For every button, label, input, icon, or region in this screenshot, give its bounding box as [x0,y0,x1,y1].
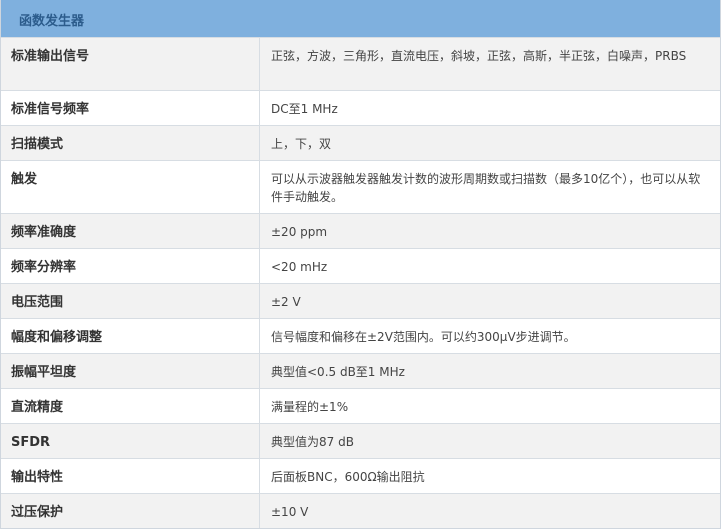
spec-label: 标准信号频率 [1,91,260,125]
table-row: 标准信号频率 DC至1 MHz [1,90,720,125]
spec-table: 函数发生器 标准输出信号 正弦，方波，三角形，直流电压，斜坡，正弦，高斯，半正弦… [0,0,721,529]
spec-label: SFDR [1,424,260,458]
spec-label: 过压保护 [1,494,260,528]
table-row: 频率分辨率 <20 mHz [1,248,720,283]
spec-label: 幅度和偏移调整 [1,319,260,353]
spec-value: ±10 V [271,505,309,519]
spec-value: 典型值为87 dB [271,435,354,449]
spec-value: <20 mHz [271,260,328,274]
spec-label: 直流精度 [1,389,260,423]
table-header: 函数发生器 [1,0,720,37]
spec-value: 上，下，双 [271,137,332,151]
spec-label: 扫描模式 [1,126,260,160]
spec-label: 电压范围 [1,284,260,318]
table-row: 幅度和偏移调整 信号幅度和偏移在±2V范围内。可以约300μV步进调节。 [1,318,720,353]
table-row: 过压保护 ±10 V [1,493,720,528]
table-row: 电压范围 ±2 V [1,283,720,318]
spec-label: 标准输出信号 [1,38,260,90]
table-row: 触发 可以从示波器触发器触发计数的波形周期数或扫描数（最多10亿个），也可以从软… [1,160,720,213]
spec-label: 输出特性 [1,459,260,493]
spec-value: 可以从示波器触发器触发计数的波形周期数或扫描数（最多10亿个），也可以从软件手动… [271,172,701,204]
table-row: SFDR 典型值为87 dB [1,423,720,458]
spec-label: 振幅平坦度 [1,354,260,388]
spec-value: 满量程的±1% [271,400,349,414]
spec-label: 频率分辨率 [1,249,260,283]
spec-value: ±2 V [271,295,301,309]
spec-value: 信号幅度和偏移在±2V范围内。可以约300μV步进调节。 [271,330,576,344]
spec-value: 后面板BNC，600Ω输出阻抗 [271,470,425,484]
table-row: 输出特性 后面板BNC，600Ω输出阻抗 [1,458,720,493]
spec-value: 典型值<0.5 dB至1 MHz [271,365,405,379]
table-title: 函数发生器 [19,13,85,29]
table-row: 振幅平坦度 典型值<0.5 dB至1 MHz [1,353,720,388]
spec-label: 频率准确度 [1,214,260,248]
spec-value: 正弦，方波，三角形，直流电压，斜坡，正弦，高斯，半正弦，白噪声，PRBS [271,49,687,63]
table-row: 标准输出信号 正弦，方波，三角形，直流电压，斜坡，正弦，高斯，半正弦，白噪声，P… [1,37,720,90]
spec-value: DC至1 MHz [271,102,338,116]
spec-label: 触发 [1,161,260,213]
table-row: 扫描模式 上，下，双 [1,125,720,160]
spec-value: ±20 ppm [271,225,328,239]
table-row: 直流精度 满量程的±1% [1,388,720,423]
table-row: 频率准确度 ±20 ppm [1,213,720,248]
